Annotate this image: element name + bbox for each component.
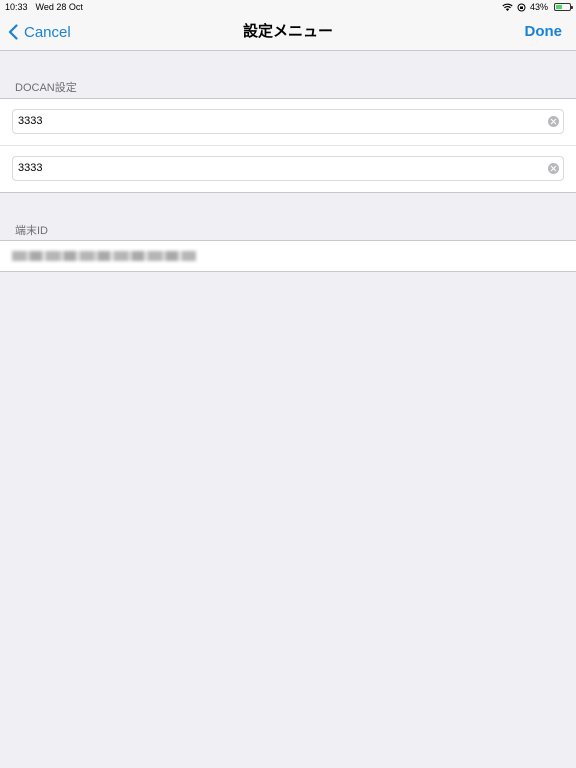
docan-field-2-value: 3333 <box>18 162 43 174</box>
page-title: 設定メニュー <box>242 23 333 40</box>
status-bar: 10:33 Wed 28 Oct 43% <box>0 0 576 14</box>
docan-field-1[interactable]: 3333 <box>12 109 564 134</box>
wifi-icon <box>502 3 513 11</box>
device-id-value: •••••••••••••••••••••••••• <box>12 251 196 261</box>
battery-percent: 43% <box>529 2 548 12</box>
status-date: Wed 28 Oct <box>35 2 83 12</box>
navigation-bar: Cancel 設定メニュー Done <box>0 14 576 51</box>
docan-settings-group: 3333 3333 <box>0 98 576 193</box>
status-indicators: 43% <box>502 2 573 12</box>
status-time: 10:33 <box>5 2 28 12</box>
docan-section-header: DOCAN設定 <box>15 82 77 94</box>
rotation-lock-icon <box>517 3 526 11</box>
done-button[interactable]: Done <box>525 20 563 44</box>
docan-field-2[interactable]: 3333 <box>12 156 564 181</box>
docan-field-1-value: 3333 <box>18 115 43 127</box>
clear-icon[interactable] <box>548 116 559 127</box>
battery-icon <box>554 3 573 11</box>
device-section-header: 端末ID <box>15 225 48 237</box>
clear-icon[interactable] <box>548 163 559 174</box>
device-id-group: •••••••••••••••••••••••••• <box>0 240 576 272</box>
row-divider <box>0 145 576 146</box>
